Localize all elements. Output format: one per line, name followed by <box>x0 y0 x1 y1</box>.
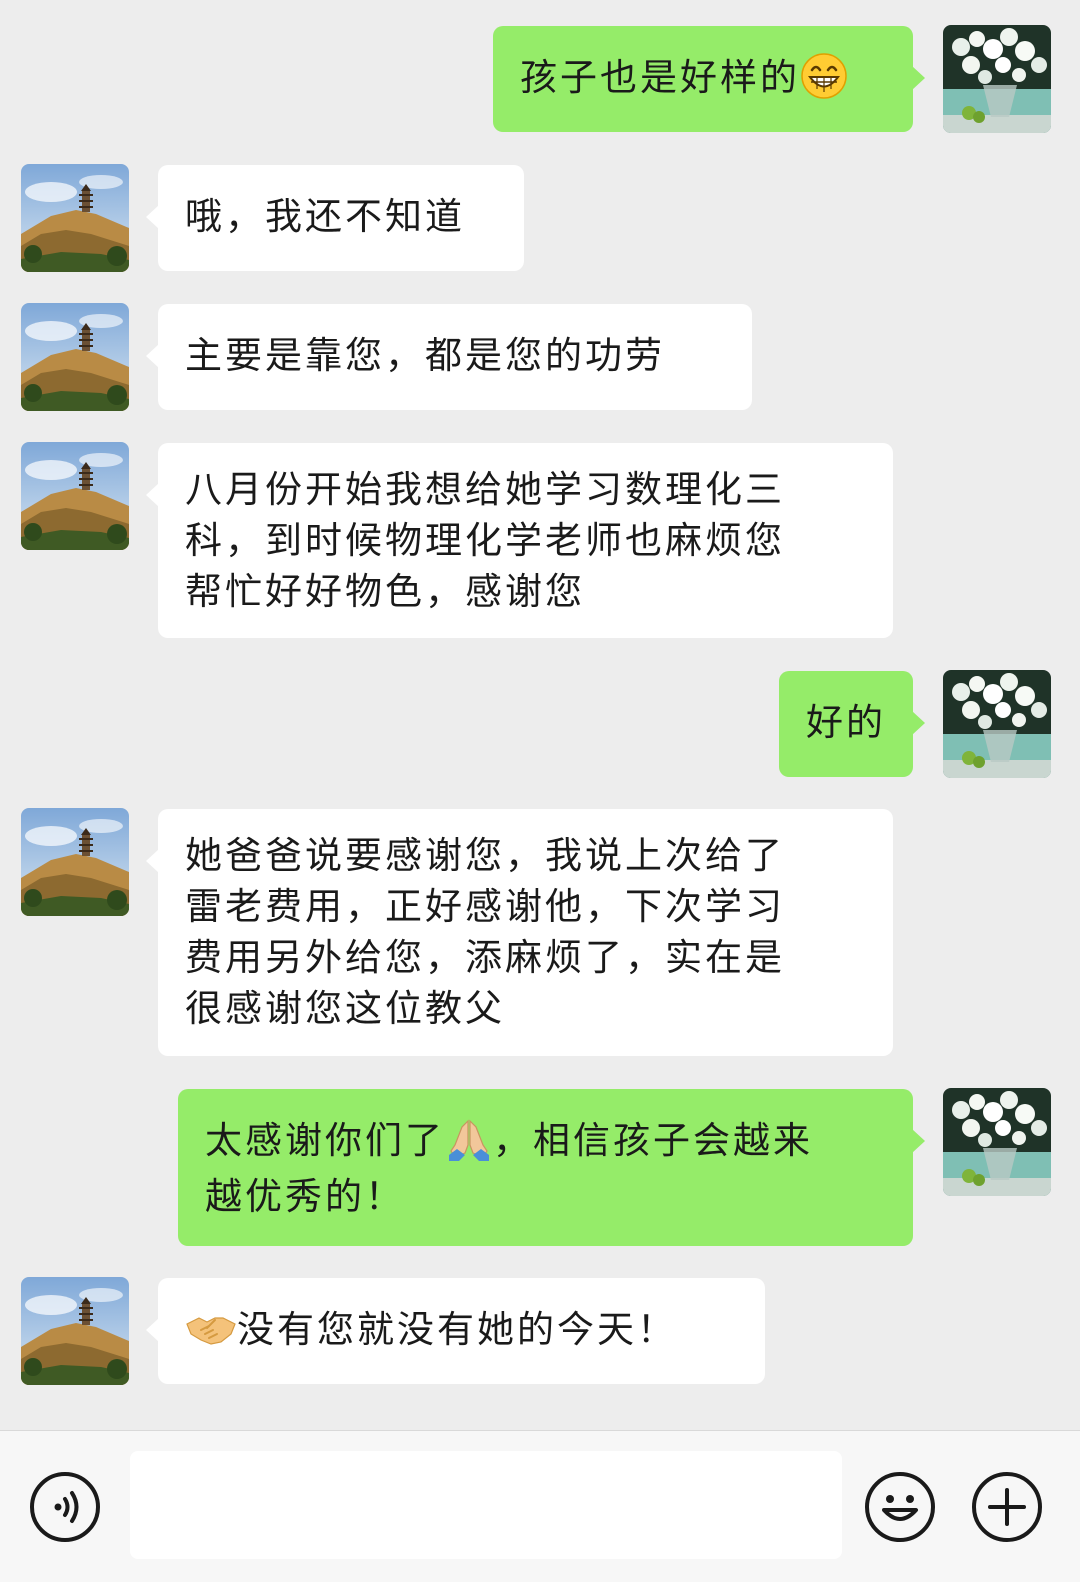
message-text-line: 太感谢你们了 ，相信孩子会越来 <box>205 1113 888 1169</box>
message-text-line: 她爸爸说要感谢您，我说上次给了 <box>185 834 785 877</box>
self-avatar[interactable] <box>943 25 1051 133</box>
message-text: ，相信孩子会越来 <box>493 1119 813 1162</box>
message-text-line: 越优秀的！ <box>205 1175 405 1218</box>
contact-avatar[interactable] <box>21 808 129 916</box>
voice-icon[interactable] <box>28 1470 102 1544</box>
emoji-icon[interactable] <box>863 1470 937 1544</box>
message-bubble[interactable]: 主要是靠您，都是您的功劳 <box>146 304 752 410</box>
message-text-line: 费用另外给您，添麻烦了，实在是 <box>185 936 785 979</box>
message-text-line: 很感谢您这位教父 <box>185 987 505 1030</box>
message-bubble[interactable]: 孩子也是好样的 <box>493 26 925 132</box>
message-bubble[interactable]: 好的 <box>779 671 925 777</box>
contact-avatar[interactable] <box>21 1277 129 1385</box>
contact-avatar[interactable] <box>21 164 129 272</box>
contact-avatar[interactable] <box>21 303 129 411</box>
message-bubble[interactable]: 哦，我还不知道 <box>146 165 524 271</box>
self-avatar[interactable] <box>943 1088 1051 1196</box>
message-text: 太感谢你们了 <box>205 1119 445 1162</box>
message-text: 没有您就没有她的今天！ <box>237 1308 677 1351</box>
plus-icon[interactable] <box>970 1470 1044 1544</box>
chat-message-list[interactable]: 孩子也是好样的 哦，我还不知道 主要是靠您，都是您的功劳 八月份开始我想给她学习… <box>0 0 1080 1430</box>
message-text-line: 八月份开始我想给她学习数理化三 <box>185 468 785 511</box>
message-text: 好的 <box>806 701 886 744</box>
message-bubble[interactable]: 八月份开始我想给她学习数理化三 科，到时候物理化学老师也麻烦您 帮忙好好物色，感… <box>146 443 893 638</box>
message-input[interactable] <box>130 1451 842 1559</box>
self-avatar[interactable] <box>943 670 1051 778</box>
message-text: 孩子也是好样的 <box>520 56 800 99</box>
message-text-line: 雷老费用，正好感谢他，下次学习 <box>185 885 785 928</box>
handshake-emoji <box>185 1304 237 1352</box>
message-bubble[interactable]: 太感谢你们了 ，相信孩子会越来 越优秀的！ <box>178 1089 925 1246</box>
message-bubble[interactable]: 她爸爸说要感谢您，我说上次给了 雷老费用，正好感谢他，下次学习 费用另外给您，添… <box>146 809 893 1056</box>
contact-avatar[interactable] <box>21 442 129 550</box>
message-text-line: 科，到时候物理化学老师也麻烦您 <box>185 519 785 562</box>
chat-input-bar <box>0 1430 1080 1582</box>
folded-hands-emoji <box>445 1115 493 1163</box>
message-text: 主要是靠您，都是您的功劳 <box>185 334 665 377</box>
message-text: 哦，我还不知道 <box>185 195 465 238</box>
grinning-face-emoji <box>800 52 848 100</box>
message-text-line: 帮忙好好物色，感谢您 <box>185 570 585 613</box>
message-bubble[interactable]: 没有您就没有她的今天！ <box>146 1278 765 1384</box>
